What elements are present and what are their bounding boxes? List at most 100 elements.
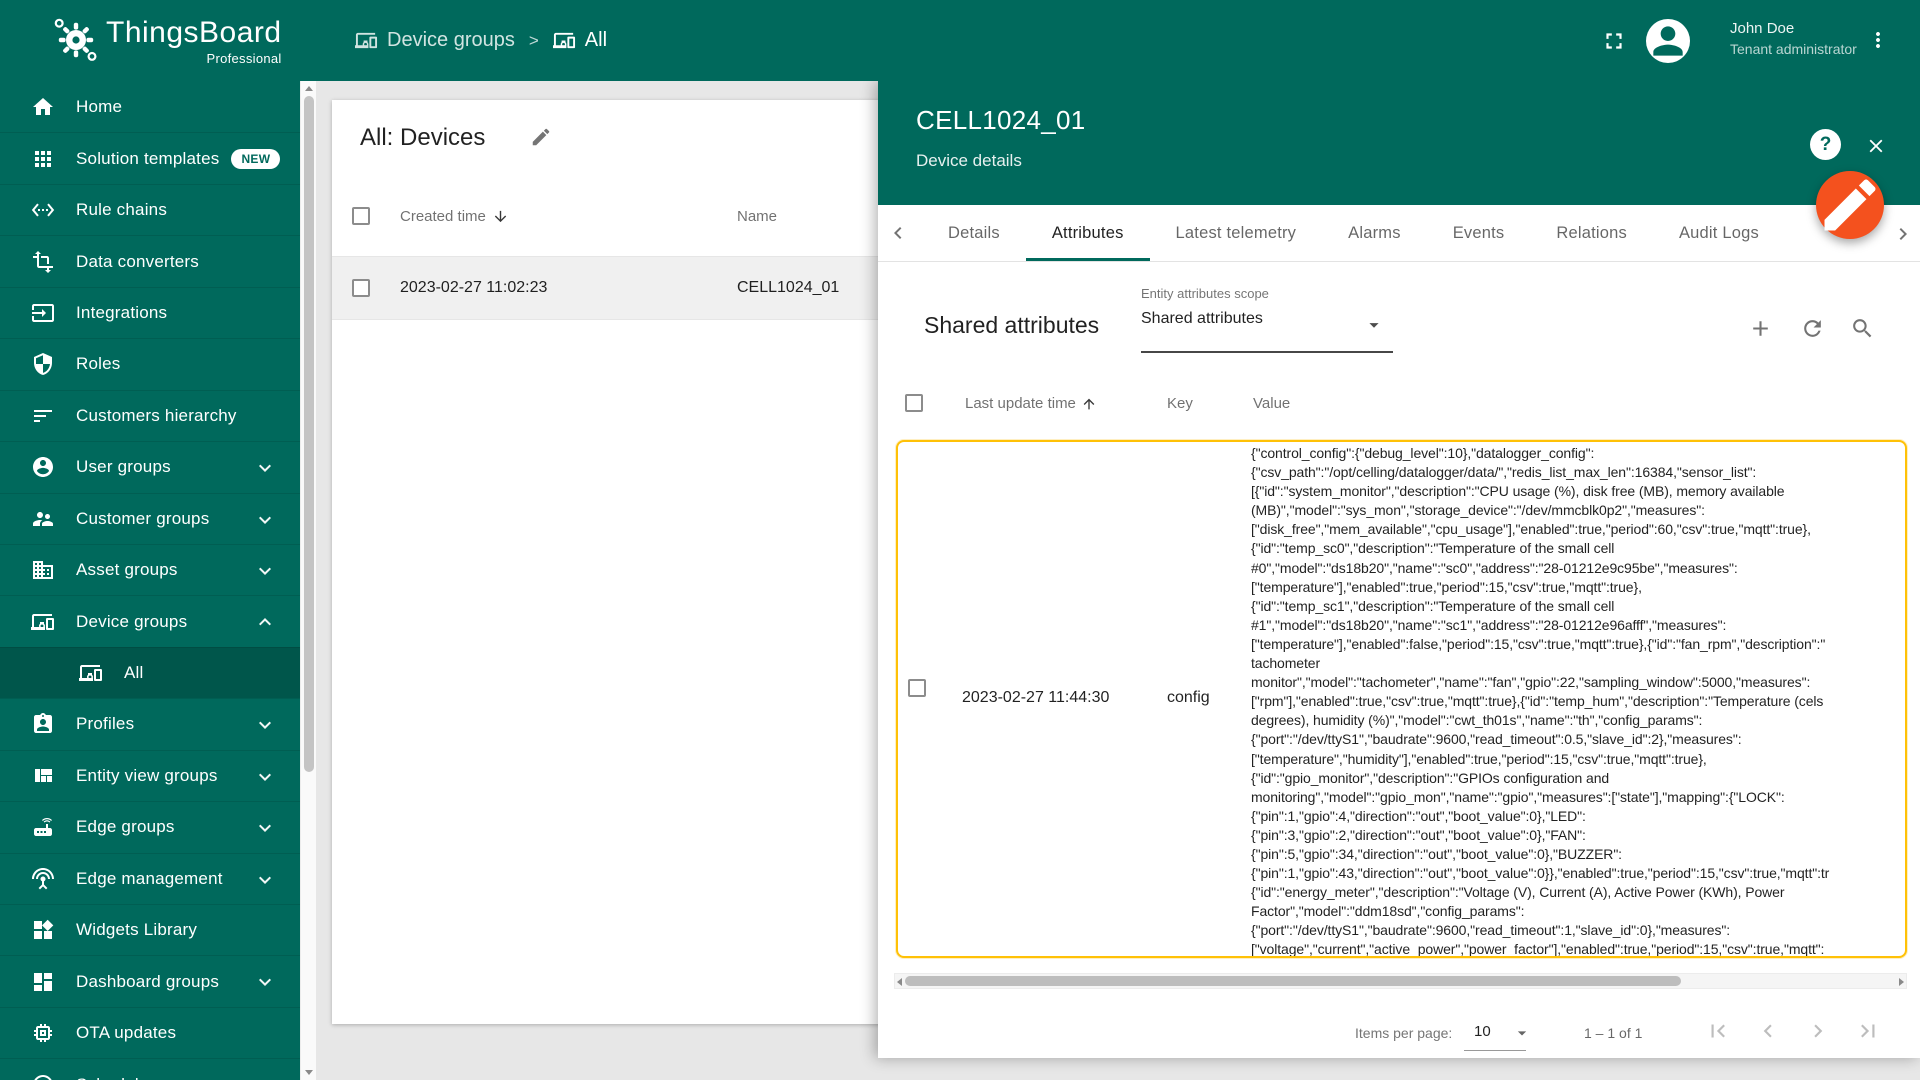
tabs-scroll-right-icon[interactable] [1891, 222, 1915, 246]
widgets-icon [31, 918, 55, 942]
select-all-checkbox[interactable] [352, 207, 370, 225]
sidebar-item-device-groups[interactable]: Device groups [0, 595, 300, 646]
details-subtitle: Device details [916, 151, 1022, 171]
search-icon [1850, 316, 1875, 341]
badge-icon [31, 712, 55, 736]
column-name[interactable]: Name [737, 208, 777, 225]
sidebar-item-scheduler[interactable]: Scheduler [0, 1058, 300, 1080]
fullscreen-icon[interactable] [1601, 28, 1627, 54]
arrow-down-icon [492, 208, 509, 225]
first-page-icon [1705, 1018, 1731, 1044]
first-page-icon[interactable] [1705, 1018, 1731, 1044]
attribute-value-line: #0","model":"ds18b20","name":"sc0","addr… [1251, 559, 1901, 578]
devices-other-icon [355, 29, 378, 52]
sidebar-item-label: Device groups [76, 612, 187, 632]
sidebar-item-label: Dashboard groups [76, 972, 219, 992]
search-icon[interactable] [1850, 316, 1875, 341]
tab-events[interactable]: Events [1427, 205, 1531, 261]
caret-down-icon [1363, 314, 1385, 336]
attribute-value-line: tachometer [1251, 654, 1901, 673]
sidebar-item-customers-hierarchy[interactable]: Customers hierarchy [0, 390, 300, 441]
sidebar-item-home[interactable]: Home [0, 81, 300, 132]
tab-latest-telemetry[interactable]: Latest telemetry [1150, 205, 1323, 261]
sidebar-item-all[interactable]: All [0, 647, 300, 698]
sidebar-item-edge-groups[interactable]: Edge groups [0, 801, 300, 852]
attributes-scope-select[interactable]: Entity attributes scope Shared attribute… [1141, 286, 1393, 328]
sidebar-item-asset-groups[interactable]: Asset groups [0, 544, 300, 595]
supervisor-account-icon [31, 507, 55, 531]
attribute-value-line: ["temperature"],"enabled":false,"period"… [1251, 635, 1901, 654]
breadcrumb-all[interactable]: All [553, 29, 607, 52]
edit-icon [1816, 171, 1884, 239]
sidebar-item-label: OTA updates [76, 1023, 176, 1043]
attribute-value-line: monitor","model":"tachometer","name":"fa… [1251, 673, 1901, 692]
sidebar-item-widgets-library[interactable]: Widgets Library [0, 904, 300, 955]
sidebar-item-roles[interactable]: Roles [0, 338, 300, 389]
help-icon[interactable]: ? [1810, 129, 1841, 160]
sidebar-item-profiles[interactable]: Profiles [0, 698, 300, 749]
person-icon [1646, 19, 1690, 63]
sidebar-item-rule-chains[interactable]: Rule chains [0, 184, 300, 235]
column-value[interactable]: Value [1253, 395, 1290, 412]
device-groups-icon [355, 29, 378, 52]
attribute-value-line: ["disk_free","mem_available","cpu_usage"… [1251, 520, 1901, 539]
horizontal-scrollbar[interactable] [894, 973, 1907, 989]
column-last-update-time[interactable]: Last update time [965, 395, 1097, 412]
row-checkbox[interactable] [352, 279, 370, 297]
sidebar-item-label: Solution templates [76, 149, 219, 169]
edit-title-icon[interactable] [530, 126, 552, 148]
attribute-row-checkbox[interactable] [908, 679, 926, 697]
tab-audit-logs[interactable]: Audit Logs [1653, 205, 1785, 261]
horizontal-scrollbar-thumb[interactable] [905, 976, 1681, 986]
edit-device-fab[interactable] [1816, 171, 1884, 239]
sidebar-item-user-groups[interactable]: User groups [0, 441, 300, 492]
add-attribute-icon[interactable] [1748, 316, 1773, 341]
sidebar-item-dashboard-groups[interactable]: Dashboard groups [0, 955, 300, 1006]
attribute-value-line: [{"id":"system_monitor","description":"C… [1251, 482, 1901, 501]
sidebar-item-entity-view-groups[interactable]: Entity view groups [0, 750, 300, 801]
attribute-value-line: {"id":"temp_sc1","description":"Temperat… [1251, 597, 1901, 616]
sidebar-item-data-converters[interactable]: Data converters [0, 235, 300, 286]
items-per-page-value[interactable]: 10 [1474, 1023, 1491, 1040]
attribute-value-line: {"port":"/dev/ttyS1","baudrate":9600,"re… [1251, 730, 1901, 749]
tab-details[interactable]: Details [922, 205, 1026, 261]
scroll-left-arrow-icon[interactable] [897, 978, 902, 986]
breadcrumb-device-groups[interactable]: Device groups [355, 29, 515, 52]
tab-alarms[interactable]: Alarms [1322, 205, 1427, 261]
items-per-page-underline [1464, 1050, 1526, 1051]
sidebar-item-solution-templates[interactable]: Solution templates NEW [0, 132, 300, 183]
tab-relations[interactable]: Relations [1530, 205, 1653, 261]
avatar[interactable] [1646, 19, 1690, 63]
column-key[interactable]: Key [1167, 395, 1193, 412]
attribute-value-line: {"control_config":{"debug_level":10},"da… [1251, 444, 1901, 463]
close-icon[interactable] [1865, 135, 1887, 157]
last-page-icon[interactable] [1855, 1018, 1881, 1044]
next-page-icon[interactable] [1805, 1018, 1831, 1044]
previous-page-icon[interactable] [1755, 1018, 1781, 1044]
tab-attributes[interactable]: Attributes [1026, 205, 1150, 261]
more-vert-icon[interactable] [1866, 28, 1890, 52]
thingsboard-logo[interactable]: ThingsBoard Professional [52, 16, 282, 66]
expand-more-icon [253, 456, 277, 480]
sidebar-item-customer-groups[interactable]: Customer groups [0, 493, 300, 544]
scroll-right-arrow-icon[interactable] [1899, 978, 1904, 986]
sidebar-scrollbar[interactable] [300, 81, 316, 1080]
attribute-value-line: {"pin":5,"gpio":34,"direction":"out","bo… [1251, 845, 1901, 864]
sidebar-item-edge-management[interactable]: Edge management [0, 853, 300, 904]
sidebar-item-ota-updates[interactable]: OTA updates [0, 1007, 300, 1058]
scroll-up-arrow-icon[interactable] [305, 86, 313, 91]
column-created-time[interactable]: Created time [400, 208, 509, 225]
attribute-value-cell[interactable]: {"control_config":{"debug_level":10},"da… [1251, 444, 1901, 956]
sidebar-scrollbar-thumb[interactable] [304, 96, 314, 772]
sidebar-item-label: Scheduler [76, 1075, 154, 1080]
sort-icon [31, 404, 55, 428]
sidebar-item-integrations[interactable]: Integrations [0, 287, 300, 338]
new-badge: NEW [231, 149, 280, 169]
attribute-value-line: {"csv_path":"/opt/celling/datalogger/dat… [1251, 463, 1901, 482]
tabs-scroll-left-icon[interactable] [886, 221, 910, 245]
attributes-select-all-checkbox[interactable] [905, 394, 923, 412]
chevron-down-icon[interactable] [1512, 1023, 1532, 1043]
scroll-down-arrow-icon[interactable] [305, 1070, 313, 1075]
expand-more-icon [253, 868, 277, 892]
refresh-icon[interactable] [1800, 316, 1825, 341]
